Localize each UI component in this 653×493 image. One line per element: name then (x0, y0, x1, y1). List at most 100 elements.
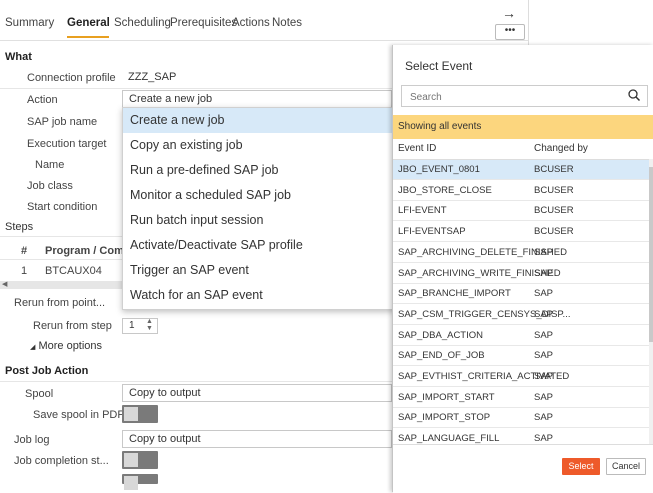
cancel-button[interactable]: Cancel (606, 458, 646, 475)
action-option[interactable]: Copy an existing job (123, 133, 395, 158)
event-row[interactable]: SAP_CSM_TRIGGER_CENSYS_DISP... SAP (393, 305, 649, 325)
steps-col-number: # (21, 245, 28, 257)
changed-by-cell: SAP (534, 308, 554, 320)
tab-general[interactable]: General (67, 17, 110, 29)
changed-by-cell: SAP (534, 246, 554, 258)
spool-select[interactable]: Copy to output (122, 384, 392, 402)
section-steps-title: Steps (5, 221, 34, 233)
select-button[interactable]: Select (562, 458, 600, 475)
event-row[interactable]: SAP_DBA_ACTION SAP (393, 326, 649, 346)
event-id-cell: SAP_END_OF_JOB (398, 350, 485, 362)
tab-notes[interactable]: Notes (272, 17, 302, 29)
events-filter-banner: Showing all events (393, 115, 653, 139)
changed-by-cell: BCUSER (534, 184, 574, 196)
arrow-right-icon[interactable]: → (496, 6, 522, 20)
connection-profile-value[interactable]: ZZZ_SAP (122, 69, 392, 87)
changed-by-cell: SAP (534, 288, 554, 300)
events-table-header: Event ID Changed by (393, 139, 653, 160)
steps-col-program: Program / Com (45, 245, 124, 257)
divider (0, 259, 122, 260)
action-option[interactable]: Create a new job (123, 108, 395, 133)
side-panel-header (528, 0, 653, 45)
action-option[interactable]: Monitor a scheduled SAP job (123, 183, 395, 208)
start-condition-label: Start condition (27, 201, 98, 213)
event-id-cell: LFI-EVENT (398, 205, 447, 217)
action-option[interactable]: Trigger an SAP event (123, 258, 395, 283)
action-option[interactable]: Run batch input session (123, 208, 395, 233)
event-row[interactable]: SAP_BRANCHE_IMPORT SAP (393, 284, 649, 305)
section-what-title: What (5, 51, 32, 63)
scrollbar-thumb[interactable] (649, 167, 653, 342)
dialog-footer: Select Cancel (393, 444, 653, 493)
sap-job-name-label: SAP job name (27, 116, 98, 128)
scroll-left-icon[interactable]: ◀ (2, 281, 7, 289)
event-id-cell: SAP_DBA_ACTION (398, 329, 483, 341)
changed-by-cell: SAP (534, 267, 554, 279)
search-icon[interactable] (627, 88, 641, 102)
step-row-number: 1 (21, 265, 28, 277)
execution-target-label: Execution target (27, 138, 107, 150)
event-id-cell: LFI-EVENTSAP (398, 226, 466, 238)
step-row-program[interactable]: BTCAUX04 (45, 265, 102, 277)
job-log-label: Job log (14, 434, 50, 446)
event-search-input[interactable] (408, 87, 622, 107)
action-option[interactable]: Watch for an SAP event (123, 283, 395, 308)
event-row[interactable]: SAP_ARCHIVING_DELETE_FINISHED SAP (393, 243, 649, 263)
event-row[interactable]: SAP_END_OF_JOB SAP (393, 346, 649, 367)
connection-profile-label: Connection profile (27, 72, 116, 84)
active-tab-indicator (67, 36, 109, 38)
changed-by-cell: BCUSER (534, 205, 574, 217)
event-row[interactable]: SAP_EVTHIST_CRITERIA_ACTIVATED SAP (393, 367, 649, 387)
tab-summary[interactable]: Summary (5, 17, 54, 29)
changed-by-cell: BCUSER (534, 226, 574, 238)
tab-prerequisites[interactable]: Prerequisites (170, 17, 237, 29)
event-row[interactable]: JBO_EVENT_0801 BCUSER (393, 160, 649, 180)
col-changed-by[interactable]: Changed by (534, 139, 588, 159)
action-label: Action (27, 94, 58, 106)
job-completion-label: Job completion st... (14, 455, 109, 467)
save-spool-label: Save spool in PDF... (33, 409, 133, 421)
rerun-from-point-label: Rerun from point... (14, 297, 106, 309)
save-spool-toggle[interactable] (122, 405, 158, 423)
job-log-select[interactable]: Copy to output (122, 430, 392, 448)
col-event-id[interactable]: Event ID (398, 139, 436, 159)
changed-by-cell: SAP (534, 329, 554, 341)
horizontal-scrollbar[interactable] (0, 281, 122, 289)
event-row[interactable]: SAP_IMPORT_START SAP (393, 388, 649, 408)
divider (0, 381, 392, 382)
event-row[interactable]: LFI-EVENT BCUSER (393, 201, 649, 222)
event-row[interactable]: SAP_IMPORT_STOP SAP (393, 408, 649, 429)
job-class-label: Job class (27, 180, 73, 192)
select-event-dialog: Select Event Showing all events Event ID… (392, 45, 653, 493)
name-label: Name (35, 159, 65, 171)
event-row[interactable]: LFI-EVENTSAP BCUSER (393, 222, 649, 243)
rerun-from-step-label: Rerun from step (33, 320, 112, 332)
triangle-icon: ◢ (30, 344, 36, 351)
action-option[interactable]: Run a pre-defined SAP job (123, 158, 395, 183)
changed-by-cell: SAP (534, 371, 554, 382)
event-id-cell: JBO_EVENT_0801 (398, 164, 480, 175)
event-row[interactable]: SAP_ARCHIVING_WRITE_FINISHED SAP (393, 264, 649, 284)
divider (0, 88, 392, 89)
spool-label: Spool (25, 388, 54, 400)
more-options-toggle[interactable]: ◢ More options (30, 340, 102, 352)
event-search-box[interactable] (401, 85, 648, 107)
more-options-label: More options (38, 340, 103, 352)
tab-actions[interactable]: Actions (232, 17, 270, 29)
event-id-cell: JBO_STORE_CLOSE (398, 184, 492, 196)
more-options-button[interactable]: ••• (495, 24, 525, 40)
changed-by-cell: SAP (534, 350, 554, 362)
section-post-job-title: Post Job Action (5, 365, 89, 377)
changed-by-cell: BCUSER (534, 164, 574, 175)
tab-scheduling[interactable]: Scheduling (114, 17, 171, 29)
changed-by-cell: SAP (534, 412, 554, 424)
action-option[interactable]: Activate/Deactivate SAP profile (123, 233, 395, 258)
stepper-arrows-icon[interactable]: ▲ ▼ (146, 318, 156, 332)
partial-toggle[interactable] (122, 474, 158, 490)
event-row[interactable]: JBO_STORE_CLOSE BCUSER (393, 181, 649, 201)
job-completion-toggle[interactable] (122, 451, 158, 469)
event-id-cell: SAP_IMPORT_START (398, 391, 495, 403)
action-dropdown-menu: Create a new job Copy an existing job Ru… (122, 107, 396, 310)
event-id-cell: SAP_BRANCHE_IMPORT (398, 288, 511, 300)
action-select[interactable]: Create a new job (122, 90, 392, 108)
